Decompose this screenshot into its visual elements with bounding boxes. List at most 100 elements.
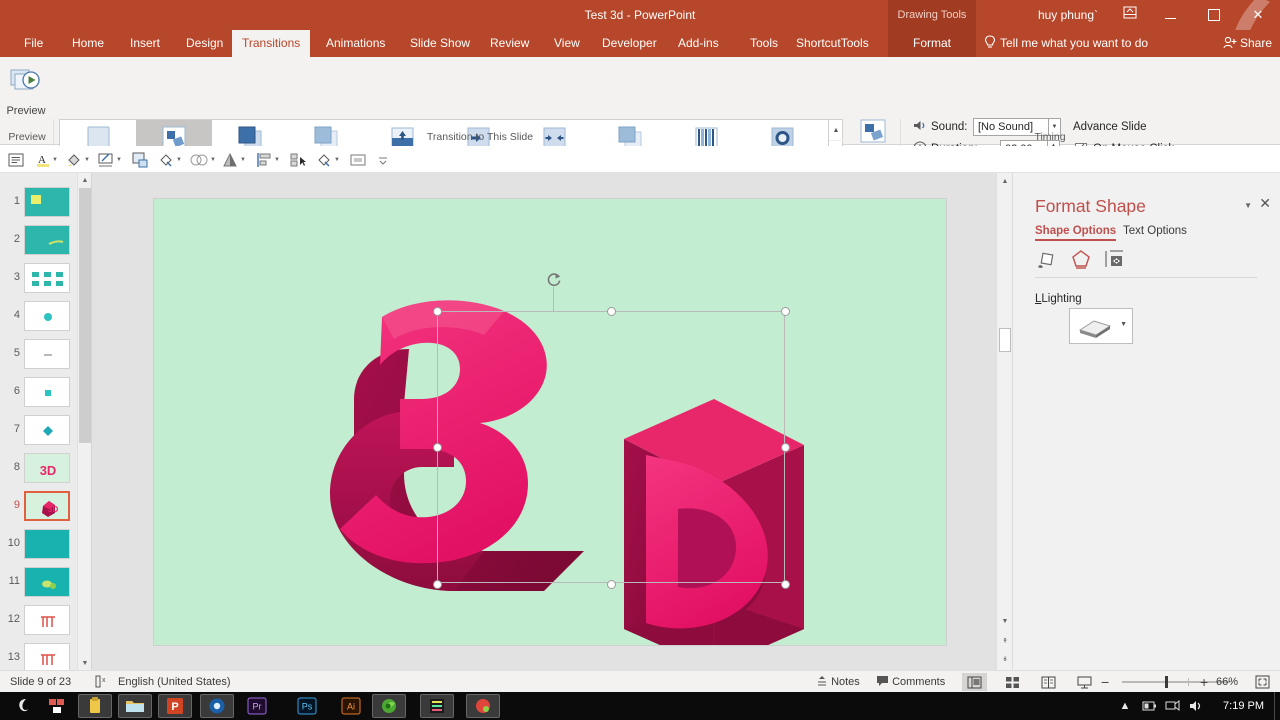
- thumbnail-9[interactable]: 9 3D: [0, 489, 78, 526]
- next-slide-button[interactable]: ↡: [997, 651, 1013, 667]
- thumbnail-1[interactable]: 1: [0, 185, 78, 222]
- tab-transitions[interactable]: Transitions: [232, 30, 311, 57]
- resize-handle-n[interactable]: [607, 307, 616, 316]
- tab-home[interactable]: Home: [62, 30, 114, 57]
- chevron-down-icon[interactable]: ▼: [240, 157, 246, 163]
- resize-handle-nw[interactable]: [433, 307, 442, 316]
- preview-button[interactable]: Preview: [4, 62, 48, 134]
- rotate-handle-icon[interactable]: [546, 271, 562, 287]
- tab-developer[interactable]: Developer: [592, 30, 667, 57]
- tab-insert[interactable]: Insert: [120, 30, 170, 57]
- chevron-down-icon[interactable]: ▼: [334, 157, 340, 163]
- text-box-icon[interactable]: [8, 150, 24, 169]
- shape-effects-icon[interactable]: ▼: [158, 150, 182, 169]
- record-app-icon[interactable]: [466, 694, 500, 718]
- notes-button[interactable]: Notes: [816, 671, 860, 693]
- chevron-down-icon[interactable]: ▼: [274, 157, 280, 163]
- align-objects-icon[interactable]: ▼: [256, 150, 280, 169]
- lighting-preset-picker[interactable]: ▼: [1069, 308, 1133, 344]
- photoshop-icon[interactable]: Ps: [290, 694, 324, 718]
- slide-sorter-icon[interactable]: [1000, 673, 1025, 691]
- reading-view-icon[interactable]: [1036, 673, 1061, 691]
- selection-pane-icon[interactable]: [290, 150, 306, 169]
- merge-shapes-icon[interactable]: ▼: [190, 150, 216, 169]
- slideshow-icon[interactable]: [1072, 673, 1097, 691]
- language-indicator[interactable]: English (United States): [118, 671, 231, 693]
- keyboard-layout-icon[interactable]: [40, 694, 74, 718]
- tab-design[interactable]: Design: [176, 30, 233, 57]
- tab-review[interactable]: Review: [480, 30, 539, 57]
- thumbnail-scrollbar[interactable]: ▲ ▼: [77, 173, 91, 670]
- close-icon[interactable]: ✕: [1259, 195, 1271, 212]
- tab-slide-show[interactable]: Slide Show: [400, 30, 480, 57]
- zoom-in-button[interactable]: +: [1200, 671, 1208, 693]
- tab-text-options[interactable]: Text Options: [1123, 225, 1187, 237]
- close-button[interactable]: ✕: [1236, 0, 1280, 30]
- zoom-slider-handle[interactable]: [1165, 676, 1168, 688]
- tab-file[interactable]: File: [14, 30, 53, 57]
- canvas-scrollbar-thumb[interactable]: [999, 328, 1011, 352]
- resize-handle-se[interactable]: [781, 580, 790, 589]
- tab-shortcuttools[interactable]: ShortcutTools: [786, 30, 879, 57]
- resize-handle-e[interactable]: [781, 443, 790, 452]
- account-name[interactable]: huy phung`: [1038, 0, 1098, 30]
- thumbnail-scroll-down-icon[interactable]: ▼: [78, 656, 92, 670]
- chevron-down-icon[interactable]: ▼: [1244, 201, 1252, 210]
- tab-animations[interactable]: Animations: [316, 30, 395, 57]
- thumbnail-10[interactable]: 10: [0, 527, 78, 564]
- thumbnail-12[interactable]: 12: [0, 603, 78, 640]
- battery-icon[interactable]: [1141, 698, 1157, 714]
- chevron-down-icon[interactable]: ▼: [84, 157, 90, 163]
- zoom-out-button[interactable]: −: [1101, 671, 1109, 693]
- browser-icon[interactable]: [200, 694, 234, 718]
- minimize-button[interactable]: [1148, 0, 1192, 30]
- thumbnail-scroll-up-icon[interactable]: ▲: [78, 173, 92, 187]
- chevron-down-icon[interactable]: ▼: [52, 157, 58, 163]
- premiere-pro-icon[interactable]: Pr: [240, 694, 274, 718]
- resize-handle-ne[interactable]: [781, 307, 790, 316]
- thumbnail-3[interactable]: 3: [0, 261, 78, 298]
- comments-button[interactable]: Comments: [876, 671, 945, 693]
- resize-handle-sw[interactable]: [433, 580, 442, 589]
- illustrator-icon[interactable]: Ai: [334, 694, 368, 718]
- thumbnail-2[interactable]: 2: [0, 223, 78, 260]
- chevron-down-icon[interactable]: ▼: [116, 157, 122, 163]
- tab-shape-options[interactable]: Shape Options: [1035, 225, 1117, 241]
- thumbnail-scrollbar-thumb[interactable]: [79, 188, 91, 443]
- ribbon-display-options-icon[interactable]: [1120, 6, 1140, 24]
- resize-handle-s[interactable]: [607, 580, 616, 589]
- fill-line-icon[interactable]: [1035, 247, 1063, 273]
- canvas-scroll-up-icon[interactable]: ▲: [997, 173, 1013, 189]
- previous-slide-button[interactable]: ↟: [997, 633, 1013, 649]
- tell-me-search[interactable]: Tell me what you want to do: [1000, 30, 1148, 57]
- chevron-down-icon[interactable]: ▼: [176, 157, 182, 163]
- tab-view[interactable]: View: [544, 30, 590, 57]
- taskbar-clock[interactable]: 7:19 PM: [1223, 692, 1264, 720]
- zoom-level[interactable]: 66%: [1216, 671, 1238, 693]
- group-objects-icon[interactable]: ▼: [316, 150, 340, 169]
- show-hidden-icons-icon[interactable]: ▲: [1117, 698, 1133, 714]
- shape-selection-frame[interactable]: [433, 307, 790, 589]
- network-icon[interactable]: [1165, 698, 1181, 714]
- slide-surface[interactable]: [154, 199, 946, 645]
- tab-tools[interactable]: Tools: [740, 30, 788, 57]
- thumbnail-6[interactable]: 6: [0, 375, 78, 412]
- slide-counter[interactable]: Slide 9 of 23: [10, 671, 71, 693]
- thumbnail-8[interactable]: 8 3D: [0, 451, 78, 488]
- resize-handle-w[interactable]: [433, 443, 442, 452]
- sticky-note-icon[interactable]: [78, 694, 112, 718]
- thumbnail-4[interactable]: 4: [0, 299, 78, 336]
- volume-icon[interactable]: [1188, 698, 1204, 714]
- chevron-down-icon[interactable]: ▼: [1120, 321, 1127, 328]
- show-desktop-button[interactable]: [1274, 692, 1280, 720]
- zoom-slider-track[interactable]: [1122, 681, 1230, 683]
- tab-add-ins[interactable]: Add-ins: [668, 30, 729, 57]
- canvas-scrollbar[interactable]: ▲ ▼ ↟ ↡: [996, 173, 1012, 670]
- thumbnail-11[interactable]: 11: [0, 565, 78, 602]
- shape-styles-icon[interactable]: ▼: [222, 150, 246, 169]
- font-color-icon[interactable]: A ▼: [36, 150, 58, 169]
- effects-icon[interactable]: [1069, 247, 1097, 283]
- shape-outline-icon[interactable]: ▼: [98, 150, 122, 169]
- restore-button[interactable]: [1192, 0, 1236, 30]
- file-explorer-icon[interactable]: [118, 694, 152, 718]
